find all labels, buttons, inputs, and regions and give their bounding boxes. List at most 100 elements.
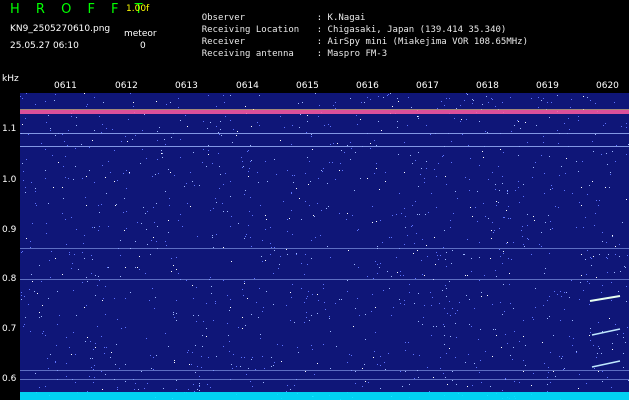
noise-pixel [452, 380, 453, 381]
noise-pixel [318, 300, 319, 301]
noise-pixel [612, 151, 613, 152]
noise-pixel [335, 179, 336, 180]
noise-pixel [117, 180, 118, 181]
noise-pixel [469, 179, 470, 180]
interference-line [20, 279, 629, 280]
noise-pixel [191, 364, 192, 365]
noise-pixel [571, 99, 572, 100]
noise-pixel [330, 368, 331, 369]
noise-pixel [506, 243, 507, 244]
noise-pixel [492, 172, 493, 173]
noise-pixel [284, 127, 285, 128]
noise-pixel [125, 364, 126, 365]
noise-pixel [87, 281, 88, 282]
noise-pixel [346, 219, 347, 220]
noise-pixel [569, 129, 570, 130]
noise-pixel [89, 170, 90, 171]
interference-line [20, 379, 629, 380]
noise-pixel [443, 324, 444, 325]
noise-pixel [336, 346, 337, 347]
noise-pixel [287, 170, 288, 171]
noise-pixel [321, 210, 322, 211]
noise-pixel [104, 353, 105, 354]
noise-pixel [548, 372, 549, 373]
noise-pixel [306, 132, 307, 133]
noise-pixel [155, 174, 156, 175]
noise-pixel [99, 280, 100, 281]
noise-pixel [370, 148, 371, 149]
noise-pixel [433, 326, 434, 327]
noise-pixel [579, 202, 580, 203]
noise-pixel [610, 174, 611, 175]
noise-pixel [50, 354, 51, 355]
noise-pixel [544, 363, 545, 364]
noise-pixel [120, 276, 121, 277]
noise-pixel [626, 154, 627, 155]
noise-pixel [25, 187, 26, 188]
noise-pixel [535, 288, 536, 289]
noise-pixel [439, 303, 440, 304]
noise-pixel [270, 254, 271, 255]
noise-pixel [365, 314, 366, 315]
noise-pixel [573, 338, 574, 339]
noise-pixel [247, 151, 248, 152]
noise-pixel [450, 315, 451, 316]
noise-pixel [274, 159, 275, 160]
noise-pixel [477, 221, 478, 222]
noise-pixel [387, 271, 388, 272]
noise-pixel [545, 222, 546, 223]
noise-pixel [607, 258, 608, 259]
noise-pixel [591, 265, 592, 266]
noise-pixel [257, 172, 258, 173]
noise-pixel [192, 352, 193, 353]
noise-pixel [525, 345, 526, 346]
noise-pixel [174, 362, 175, 363]
noise-pixel [519, 341, 520, 342]
noise-pixel [307, 296, 308, 297]
noise-pixel [452, 371, 453, 372]
noise-pixel [440, 368, 441, 369]
noise-pixel [291, 144, 292, 145]
noise-pixel [380, 263, 381, 264]
noise-pixel [56, 345, 57, 346]
noise-pixel [304, 274, 305, 275]
noise-pixel [66, 363, 67, 364]
noise-pixel [130, 93, 131, 94]
noise-pixel [330, 126, 331, 127]
noise-pixel [417, 116, 418, 117]
noise-pixel [378, 121, 379, 122]
noise-pixel [487, 132, 488, 133]
noise-pixel [427, 367, 428, 368]
noise-pixel [42, 305, 43, 306]
noise-pixel [94, 182, 95, 183]
noise-pixel [250, 161, 251, 162]
noise-pixel [519, 202, 520, 203]
noise-pixel [141, 223, 142, 224]
noise-pixel [312, 294, 313, 295]
noise-pixel [304, 322, 305, 323]
noise-pixel [541, 246, 542, 247]
noise-pixel [451, 162, 452, 163]
noise-pixel [533, 216, 534, 217]
noise-pixel [561, 166, 562, 167]
noise-pixel [245, 190, 246, 191]
noise-pixel [34, 291, 35, 292]
noise-pixel [601, 154, 602, 155]
noise-pixel [188, 350, 189, 351]
noise-pixel [32, 281, 33, 282]
noise-pixel [454, 118, 455, 119]
noise-pixel [424, 305, 425, 306]
noise-pixel [383, 290, 384, 291]
noise-pixel [143, 207, 144, 208]
noise-pixel [101, 336, 102, 337]
noise-pixel [298, 103, 299, 104]
noise-pixel [84, 258, 85, 259]
noise-pixel [199, 185, 200, 186]
noise-pixel [117, 319, 118, 320]
noise-pixel [365, 381, 366, 382]
noise-pixel [341, 150, 342, 151]
noise-pixel [248, 225, 249, 226]
noise-pixel [510, 303, 511, 304]
noise-pixel [39, 317, 40, 318]
noise-pixel [99, 226, 100, 227]
